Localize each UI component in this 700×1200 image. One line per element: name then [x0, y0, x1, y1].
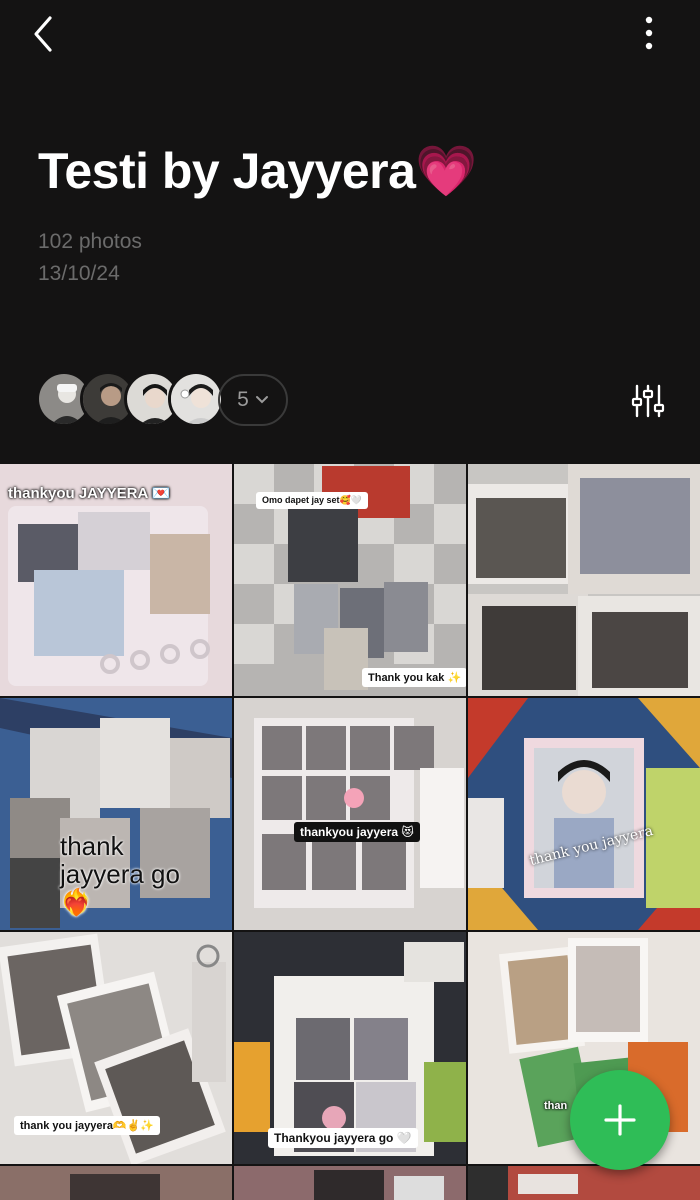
plus-icon [604, 1104, 636, 1136]
more-members-count: 5 [237, 388, 249, 411]
album-date: 13/10/24 [38, 262, 120, 285]
photo-caption: thank jayyera go ❤️‍🔥 [60, 831, 180, 917]
album-title: Testi by Jayyera💗 [38, 143, 478, 199]
filter-button[interactable] [628, 381, 668, 421]
add-photo-button[interactable] [570, 1070, 670, 1170]
photo-caption: thankyou jayyera 😻 [294, 822, 420, 842]
sliders-icon [631, 384, 665, 418]
back-button[interactable] [26, 12, 66, 56]
photo-tile[interactable]: thank you jayyera [468, 698, 700, 930]
photo-caption: thankyou JAYYERA 💌 [8, 485, 171, 502]
photo-caption: thank you jayyera🫶✌️✨ [14, 1116, 161, 1135]
photo-tile[interactable] [468, 464, 700, 696]
vertical-ellipsis-icon [645, 16, 653, 50]
photo-tile[interactable]: thankyou JAYYERA 💌 [0, 464, 232, 696]
chevron-down-icon [255, 396, 268, 404]
photo-caption: Thank you kak ✨ [362, 668, 466, 687]
members-row[interactable]: 5 [36, 371, 336, 431]
more-options-button[interactable] [632, 12, 666, 56]
photo-caption: Omo dapet jay set🥰🤍 [256, 492, 368, 509]
photo-tile[interactable]: thank jayyera go ❤️‍🔥 [0, 698, 232, 930]
more-members-button[interactable]: 5 [218, 374, 288, 426]
photo-caption: than [544, 1100, 568, 1112]
photo-tile[interactable] [0, 1166, 232, 1200]
avatar[interactable] [168, 371, 224, 427]
photo-count: 102 photos [38, 230, 142, 253]
chevron-left-icon [34, 16, 52, 52]
photo-caption: Thankyou jayyera go 🤍 [268, 1128, 418, 1148]
album-meta: 102 photos 13/10/24 [38, 226, 142, 290]
photo-tile[interactable] [234, 1166, 466, 1200]
photo-tile[interactable]: Thankyou jayyera go 🤍 [234, 932, 466, 1164]
top-bar [0, 0, 700, 70]
photo-tile[interactable]: thank you jayyera🫶✌️✨ [0, 932, 232, 1164]
photo-tile[interactable]: Omo dapet jay set🥰🤍 Thank you kak ✨ [234, 464, 466, 696]
photo-tile[interactable] [468, 1166, 700, 1200]
photo-tile[interactable]: thankyou jayyera 😻 [234, 698, 466, 930]
